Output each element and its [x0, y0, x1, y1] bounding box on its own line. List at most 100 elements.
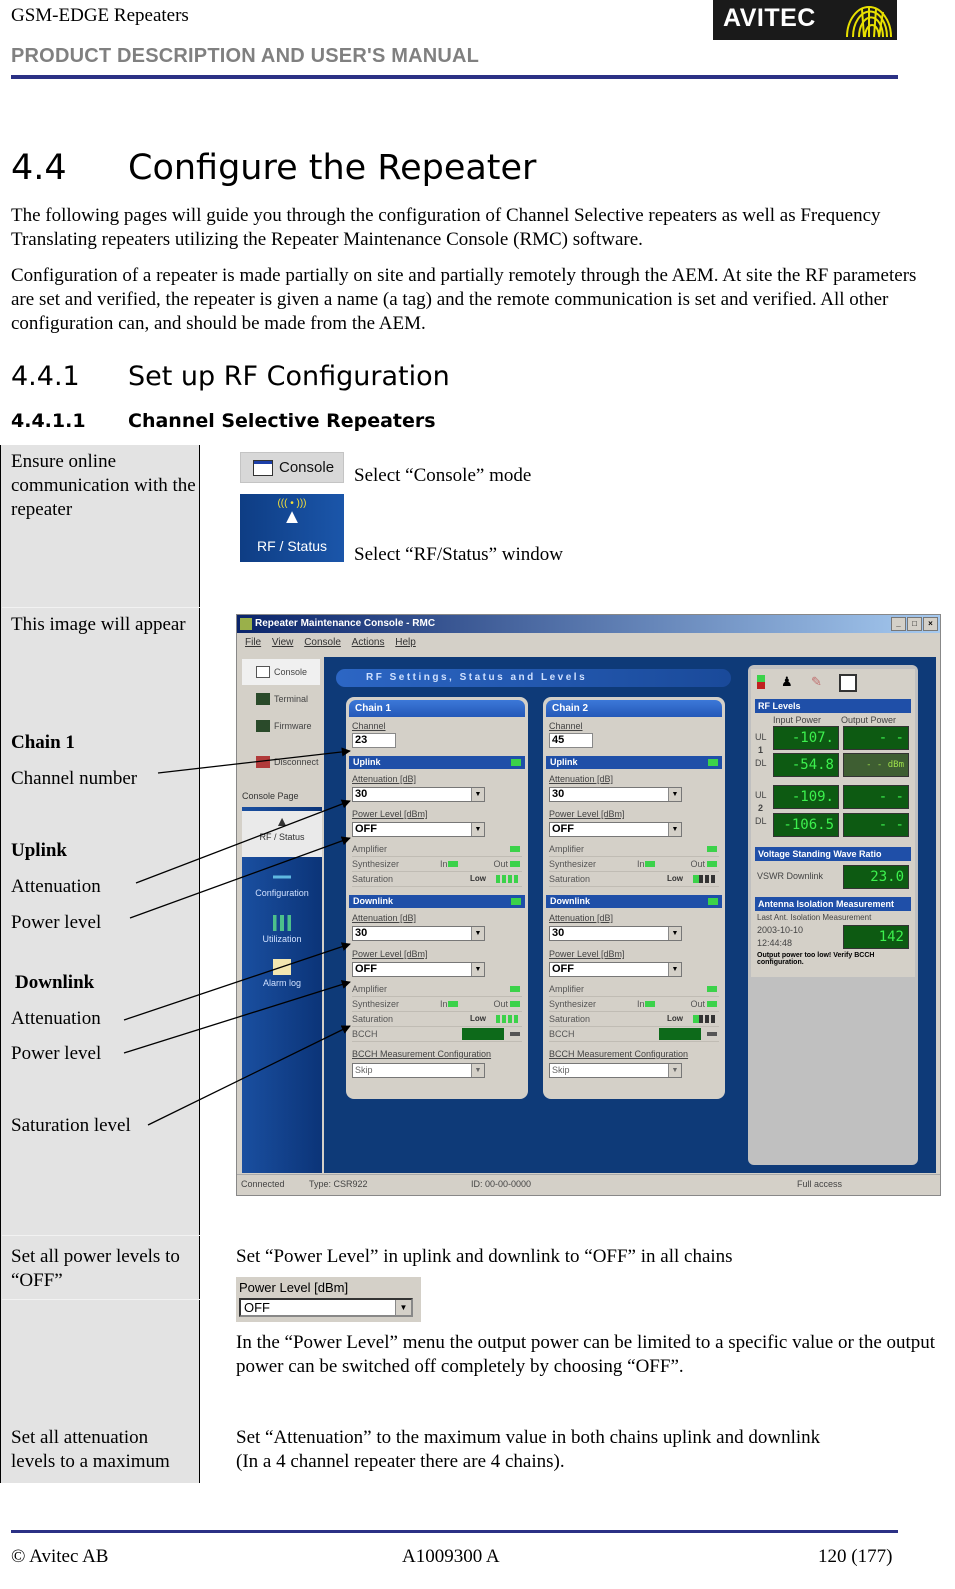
intro-paragraph: The following pages will guide you throu… [11, 205, 881, 250]
power-level-select-value: OFF [244, 1300, 270, 1315]
nav-terminal[interactable]: Terminal [242, 686, 320, 712]
nav-disconnect-label: Disconnect [274, 757, 319, 767]
nav-firmware[interactable]: Firmware [242, 713, 320, 739]
dropdown-arrow-icon[interactable]: ▼ [471, 1064, 484, 1077]
tool-icon[interactable]: ✎ [811, 674, 827, 690]
config-paragraph: Configuration of a repeater is made part… [11, 265, 917, 334]
bcch-config-select[interactable]: Skip ▼ [549, 1063, 682, 1078]
dropdown-arrow-icon[interactable]: ▼ [668, 788, 681, 801]
ul-power-level-select[interactable]: OFF ▼ [352, 822, 485, 837]
dropdown-arrow-icon[interactable]: ▼ [668, 823, 681, 836]
synthesizer-label: Synthesizer [549, 859, 597, 869]
chain-panel: Chain 2 Channel 45 Uplink Attenuation [d… [543, 697, 725, 1099]
nav-rf-status[interactable]: ▲ RF / Status [242, 811, 322, 857]
output-power-label: Output Power [841, 715, 897, 725]
led-icon [645, 861, 655, 867]
amplifier-label: Amplifier [549, 984, 585, 994]
label-channel-number: Channel number [11, 768, 138, 789]
power-level-widget-label: Power Level [dBm] [239, 1280, 349, 1295]
status-led-icon [511, 898, 521, 905]
menu-console[interactable]: Console [304, 633, 341, 653]
attenuation-label: Attenuation [dB] [549, 774, 614, 784]
row-separator [2, 607, 200, 608]
chain-panel: Chain 1 Channel 23 Uplink Attenuation [d… [346, 697, 528, 1099]
window-icon[interactable] [839, 674, 857, 692]
synth-in-label: In [637, 859, 645, 869]
label-ul-attenuation: Attenuation [11, 876, 101, 897]
status-access: Full access [797, 1179, 843, 1189]
footer-page-number: 120 (177) [818, 1546, 893, 1567]
bcch-config-select[interactable]: Skip ▼ [352, 1063, 485, 1078]
dl-attenuation-value: 30 [552, 927, 565, 939]
chain-header: Chain 2 [546, 700, 722, 717]
channel-input[interactable]: 45 [549, 733, 593, 748]
minimize-icon[interactable]: _ [891, 617, 906, 631]
menu-help[interactable]: Help [395, 633, 416, 653]
led-icon [707, 861, 717, 867]
ul-power-level-select[interactable]: OFF ▼ [549, 822, 682, 837]
synth-in-label: In [440, 859, 448, 869]
c2-dl-input-power: -106.5 [773, 813, 839, 837]
dl-attenuation-select[interactable]: 30 ▼ [549, 926, 682, 941]
console-instruction: Select “Console” mode [354, 465, 532, 486]
console-page-label: Console Page [242, 791, 299, 801]
dropdown-arrow-icon[interactable]: ▼ [668, 1064, 681, 1077]
bcch-indicator [462, 1028, 504, 1040]
dropdown-arrow-icon[interactable]: ▼ [471, 927, 484, 940]
bcch-led-icon [707, 1032, 717, 1036]
dropdown-arrow-icon[interactable]: ▼ [471, 823, 484, 836]
uplink-title: Uplink [550, 757, 578, 767]
dl-attenuation-select[interactable]: 30 ▼ [352, 926, 485, 941]
maximize-icon[interactable]: □ [907, 617, 922, 631]
logo-text: AVITEC [723, 4, 816, 32]
label-dl-power-level: Power level [11, 1043, 102, 1064]
close-icon[interactable]: × [923, 617, 938, 631]
menu-view[interactable]: View [272, 633, 294, 653]
led-icon [448, 1001, 458, 1007]
power-level-label: Power Level [dBm] [352, 949, 428, 959]
alarm-log-icon [273, 959, 291, 975]
led-icon [707, 986, 717, 992]
dl-power-value: OFF [355, 963, 377, 975]
power-level-select[interactable]: OFF ▼ [239, 1298, 413, 1317]
ul-attenuation-select[interactable]: 30 ▼ [549, 787, 682, 802]
vswr-header: Voltage Standing Wave Ratio [755, 847, 911, 861]
menu-file[interactable]: File [245, 633, 261, 653]
synth-out-label: Out [493, 859, 508, 869]
nav-console[interactable]: Console [242, 659, 320, 685]
label-saturation-level: Saturation level [11, 1115, 131, 1136]
connection-status-icon[interactable] [757, 675, 765, 689]
saturation-status: Saturation Low [352, 1012, 522, 1027]
dl-power-level-select[interactable]: OFF ▼ [549, 962, 682, 977]
led-icon [707, 846, 717, 852]
terminal-icon [256, 693, 270, 705]
bcch-led-icon [510, 1032, 520, 1036]
ul-attenuation-select[interactable]: 30 ▼ [352, 787, 485, 802]
vswr-value: 23.0 [843, 865, 909, 889]
nav-utilization[interactable]: Utilization [242, 915, 322, 944]
dropdown-arrow-icon[interactable]: ▼ [471, 963, 484, 976]
led-icon [510, 846, 520, 852]
user-settings-icon[interactable]: ♟ [781, 674, 797, 690]
rf-status-button[interactable]: ((( • ))) ▲ RF / Status [240, 494, 344, 562]
menu-actions[interactable]: Actions [352, 633, 385, 653]
console-button-label: Console [279, 459, 335, 476]
dl-power-level-select[interactable]: OFF ▼ [352, 962, 485, 977]
synthesizer-status: Synthesizer In Out [549, 857, 719, 872]
bcch-status: BCCH [549, 1027, 719, 1042]
console-mode-button[interactable]: Console [240, 452, 344, 483]
dropdown-arrow-icon[interactable]: ▼ [395, 1300, 411, 1315]
nav-disconnect[interactable]: Disconnect [242, 749, 320, 775]
channel-input[interactable]: 23 [352, 733, 396, 748]
dropdown-arrow-icon[interactable]: ▼ [471, 788, 484, 801]
rf-status-instruction: Select “RF/Status” window [354, 544, 563, 565]
dropdown-arrow-icon[interactable]: ▼ [668, 927, 681, 940]
bcch-config-value: Skip [355, 1065, 373, 1075]
attenuation-label: Attenuation [dB] [352, 774, 417, 784]
nav-configuration[interactable]: Configuration [242, 869, 322, 898]
nav-alarm-log[interactable]: Alarm log [242, 959, 322, 988]
dropdown-arrow-icon[interactable]: ▼ [668, 963, 681, 976]
chain-number-label: 2 [758, 803, 764, 813]
uplink-title: Uplink [353, 757, 381, 767]
attenuation-instruction-1: Set “Attenuation” to the maximum value i… [236, 1427, 821, 1448]
